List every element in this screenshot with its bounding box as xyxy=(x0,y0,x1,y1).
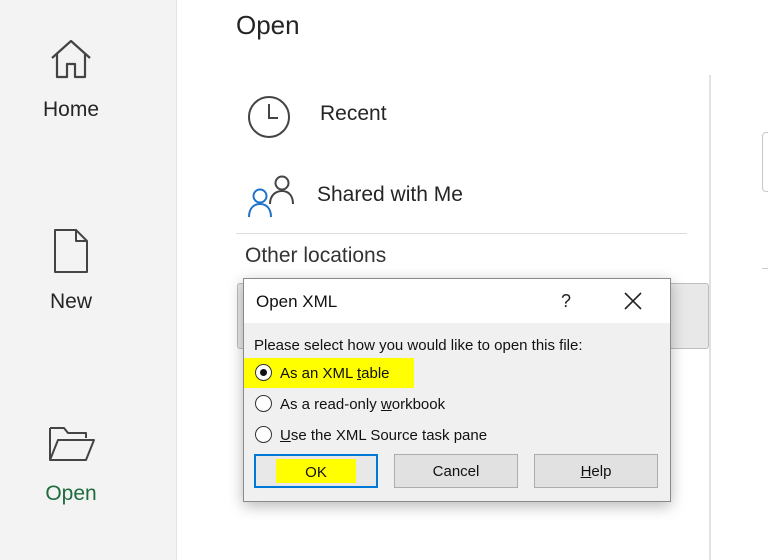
section-divider xyxy=(236,233,687,234)
nav-open-label: Open xyxy=(45,482,97,505)
radio-xml-source-pane[interactable]: Use the XML Source task pane xyxy=(254,424,654,448)
dialog-prompt: Please select how you would like to open… xyxy=(254,337,583,354)
home-icon xyxy=(51,39,91,79)
shared-people-icon xyxy=(248,175,294,218)
radio-xml-table[interactable]: As an XML table xyxy=(254,362,654,386)
radio-circle xyxy=(255,395,272,412)
close-icon xyxy=(624,292,642,310)
right-panel-divider xyxy=(762,268,768,269)
help-button[interactable]: Help xyxy=(534,454,658,488)
open-folder-icon xyxy=(49,427,95,461)
radio-xml-source-label: Use the XML Source task pane xyxy=(280,427,488,444)
location-recent-label: Recent xyxy=(320,102,387,125)
nav-new[interactable]: New xyxy=(0,222,176,342)
radio-read-only-workbook[interactable]: As a read-only workbook xyxy=(254,393,654,417)
dialog-title: Open XML xyxy=(256,292,338,311)
new-document-icon xyxy=(54,229,88,273)
radio-circle xyxy=(255,364,272,381)
open-xml-dialog: Open XML ? Please select how you would l… xyxy=(243,278,671,502)
nav-new-label: New xyxy=(49,290,92,313)
dialog-close-button[interactable] xyxy=(620,289,646,313)
radio-xml-table-label: As an XML table xyxy=(280,365,390,382)
dialog-titlebar: Open XML ? xyxy=(244,279,670,323)
radio-read-only-label: As a read-only workbook xyxy=(280,396,446,413)
nav-home-label: Home xyxy=(42,98,100,121)
ok-button-label: OK xyxy=(305,464,327,481)
location-shared-label: Shared with Me xyxy=(317,183,463,206)
nav-home[interactable]: Home xyxy=(0,30,176,150)
other-locations-heading: Other locations xyxy=(245,244,387,267)
location-recent[interactable]: Recent xyxy=(236,88,686,146)
cancel-button[interactable]: Cancel xyxy=(394,454,518,488)
dialog-help-icon[interactable]: ? xyxy=(554,289,578,313)
backstage-nav: Home New Open xyxy=(0,0,177,560)
radio-circle xyxy=(255,426,272,443)
clock-icon xyxy=(248,96,290,138)
radio-dot xyxy=(260,369,267,376)
page-title: Open xyxy=(236,10,300,40)
panel-divider xyxy=(709,75,711,560)
right-panel-card[interactable] xyxy=(762,132,768,192)
location-shared-with-me[interactable]: Shared with Me xyxy=(236,170,686,228)
nav-open[interactable]: Open xyxy=(0,416,176,536)
ok-button[interactable]: OK xyxy=(254,454,378,488)
